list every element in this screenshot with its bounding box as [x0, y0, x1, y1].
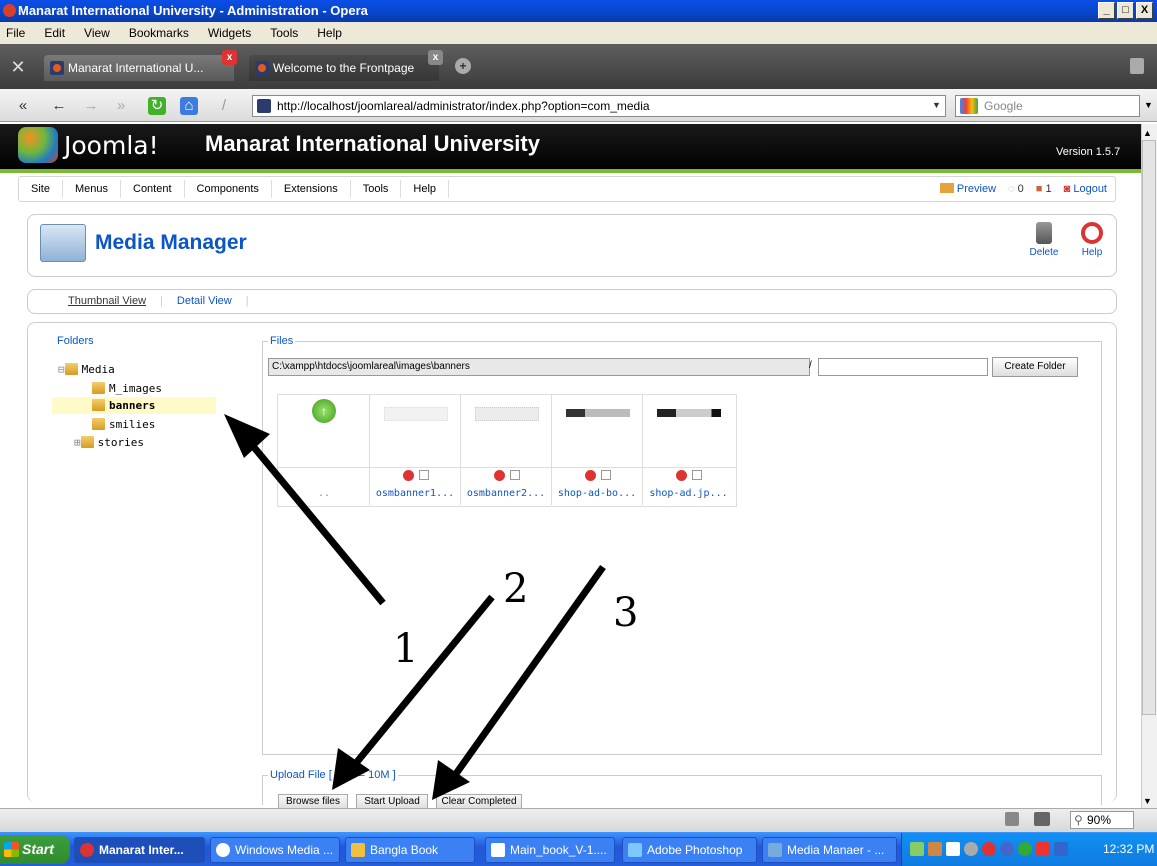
task-bangla-book[interactable]: Bangla Book — [345, 837, 475, 863]
photoshop-icon — [628, 843, 642, 857]
zoom-icon: ⚲ — [1074, 813, 1083, 827]
tray-icon[interactable] — [1054, 842, 1068, 856]
panel-dropdown-icon[interactable]: ▼ — [1144, 100, 1153, 110]
opera-icon — [80, 843, 94, 857]
task-windows-media[interactable]: Windows Media ... — [210, 837, 340, 863]
start-button[interactable]: Start — [0, 835, 70, 864]
tray-icon[interactable] — [982, 842, 996, 856]
scrollbar-thumb[interactable] — [1142, 140, 1156, 715]
folder-icon — [351, 843, 365, 857]
view-options-icon[interactable] — [1034, 812, 1050, 826]
image-icon — [768, 843, 782, 857]
tray-icon[interactable] — [1000, 842, 1014, 856]
task-media-manaer[interactable]: Media Manaer - ... — [762, 837, 897, 863]
annotation-arrows — [224, 414, 606, 800]
tray-icon[interactable] — [928, 842, 942, 856]
annotation-label-2: 2 — [503, 566, 529, 612]
arrow-2-line — [349, 594, 495, 771]
task-main-book[interactable]: Main_book_V-1.... — [485, 837, 615, 863]
arrow-1-head — [224, 414, 270, 458]
arrow-1-line — [245, 437, 386, 606]
tray-icon[interactable] — [1036, 842, 1050, 856]
scroll-down-icon[interactable]: ▼ — [1143, 796, 1152, 806]
zoom-field[interactable]: ⚲ 90% — [1070, 811, 1134, 829]
windows-logo-icon — [4, 842, 19, 857]
clock: 12:32 PM — [1103, 842, 1155, 856]
annotation-label-3: 3 — [613, 590, 639, 636]
word-icon — [491, 843, 505, 857]
tray-icon[interactable] — [964, 842, 978, 856]
task-photoshop[interactable]: Adobe Photoshop — [622, 837, 757, 863]
scroll-up-icon[interactable]: ▲ — [1143, 128, 1152, 138]
network-icon[interactable] — [1005, 812, 1019, 826]
media-player-icon — [216, 843, 230, 857]
volume-icon[interactable] — [946, 842, 960, 856]
status-bar — [0, 808, 1157, 832]
task-manarat[interactable]: Manarat Inter... — [74, 837, 205, 863]
tray-icon[interactable] — [910, 842, 924, 856]
tray-icon[interactable] — [1018, 842, 1032, 856]
annotation-label-1: 1 — [393, 626, 419, 672]
